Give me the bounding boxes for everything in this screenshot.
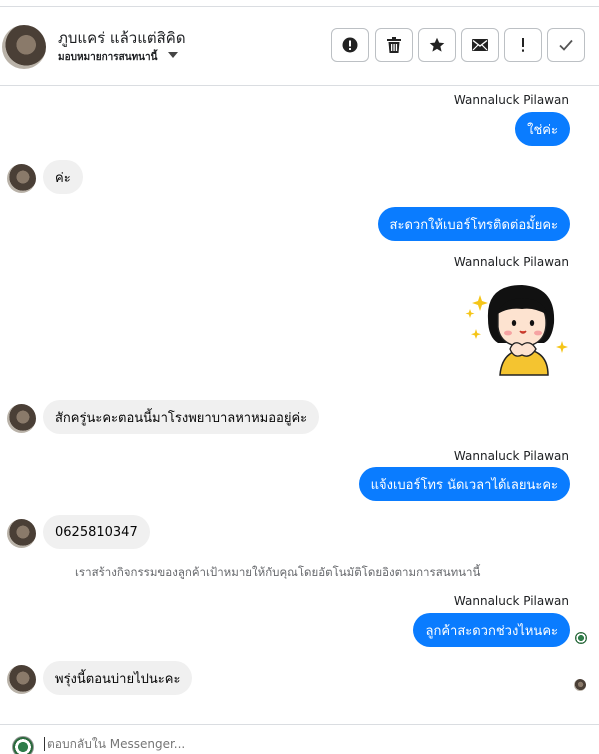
- outgoing-message[interactable]: แจ้งเบอร์โทร นัดเวลาได้เลยนะคะ: [358, 467, 570, 501]
- sender-name: Wannaluck Pilawan: [453, 594, 569, 608]
- contact-avatar-small[interactable]: [7, 164, 36, 193]
- incoming-message[interactable]: พรุ่งนี้ตอนบ่ายไปนะคะ: [43, 661, 193, 695]
- seen-indicator-avatar: [575, 632, 587, 644]
- sender-name: Wannaluck Pilawan: [453, 93, 569, 107]
- check-icon: [559, 39, 573, 51]
- outgoing-message[interactable]: ใช่ค่ะ: [515, 112, 570, 146]
- follow-up-button[interactable]: [504, 28, 542, 62]
- assign-conversation-label[interactable]: มอบหมายการสนทนานี้: [58, 50, 157, 65]
- chevron-down-icon[interactable]: [168, 52, 178, 58]
- contact-seen-indicator: [574, 679, 586, 691]
- contact-avatar-small[interactable]: [7, 519, 36, 548]
- alert-circle-icon: [342, 37, 358, 53]
- message-composer: [0, 724, 599, 754]
- trash-icon: [387, 37, 401, 53]
- mark-spam-button[interactable]: [331, 28, 369, 62]
- contact-avatar[interactable]: [2, 25, 46, 69]
- outgoing-message[interactable]: สะดวกให้เบอร์โทรติดต่อมั้ยคะ: [377, 207, 570, 241]
- exclamation-icon: [521, 37, 525, 53]
- incoming-message[interactable]: สักครู่นะคะตอนนี้มาโรงพยาบาลหาหมออยู่ค่ะ: [43, 400, 320, 434]
- delete-button[interactable]: [375, 28, 413, 62]
- incoming-message[interactable]: ค่ะ: [43, 160, 83, 194]
- sender-name: Wannaluck Pilawan: [453, 255, 569, 269]
- incoming-message[interactable]: 0625810347: [43, 515, 150, 549]
- mark-done-button[interactable]: [547, 28, 585, 62]
- reply-input[interactable]: [44, 737, 564, 751]
- mark-unread-button[interactable]: [461, 28, 499, 62]
- contact-name[interactable]: ภูบแคร่ แล้วแต่สิคิด: [58, 26, 186, 50]
- page-avatar: [12, 736, 34, 754]
- contact-avatar-small[interactable]: [7, 404, 36, 433]
- star-icon: [429, 37, 445, 53]
- sticker-image[interactable]: [464, 279, 572, 379]
- top-divider: [0, 0, 599, 7]
- outgoing-message[interactable]: ลูกค้าสะดวกช่วงไหนคะ: [413, 613, 570, 647]
- conversation-header: ภูบแคร่ แล้วแต่สิคิด มอบหมายการสนทนานี้: [0, 8, 599, 86]
- sender-name: Wannaluck Pilawan: [453, 449, 569, 463]
- envelope-icon: [472, 39, 488, 51]
- system-notice: เราสร้างกิจกรรมของลูกค้าเป้าหมายให้กับคุ…: [75, 565, 481, 579]
- star-button[interactable]: [418, 28, 456, 62]
- contact-avatar-small[interactable]: [7, 665, 36, 694]
